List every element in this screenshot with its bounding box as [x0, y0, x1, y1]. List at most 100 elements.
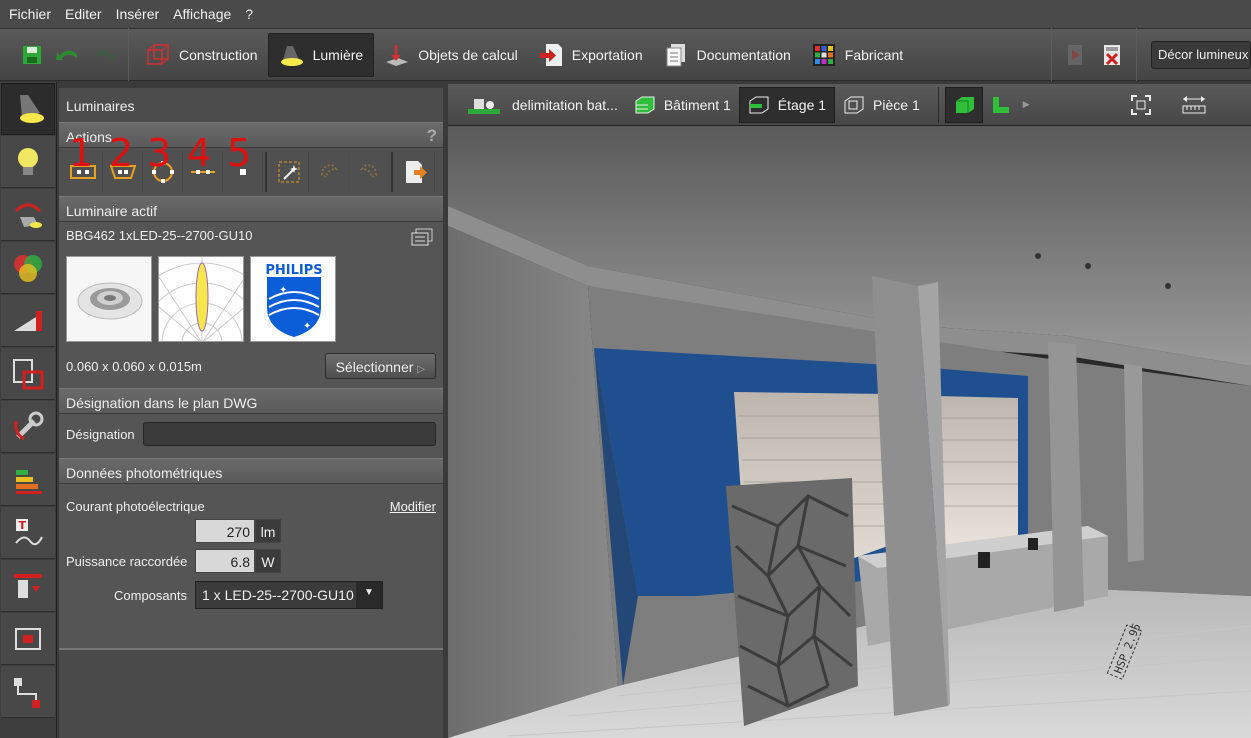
modify-link[interactable]: Modifier: [390, 499, 436, 514]
tab-batiment-label: Bâtiment 1: [663, 96, 731, 113]
3d-viewport[interactable]: delimitation bat... Bâtiment 1 Étage 1 P…: [448, 84, 1251, 738]
tools-button[interactable]: [1, 401, 55, 453]
flux-input[interactable]: 270: [195, 519, 255, 543]
components-value: 1 x LED-25--2700-GU10: [202, 587, 354, 603]
arrangement-icon: [13, 358, 44, 389]
toolbar-separator: [1051, 28, 1052, 81]
photometric-section-label: Données photométriques: [66, 465, 223, 481]
section-button[interactable]: [1, 560, 55, 612]
play-document-icon: [1068, 44, 1082, 65]
select-luminaire-button[interactable]: Sélectionner ▷: [324, 353, 436, 379]
rotate-dashed-icon: [359, 163, 377, 179]
view-plan-button[interactable]: [983, 87, 1019, 123]
energy-label-icon: [16, 469, 42, 494]
text-curve-button[interactable]: T: [1, 507, 55, 559]
svg-text:T: T: [19, 519, 27, 532]
photometric-diagram[interactable]: [158, 256, 244, 342]
chevron-down-icon: ▼: [356, 582, 382, 608]
save-icon: [23, 45, 41, 64]
save-button[interactable]: [14, 33, 50, 77]
zoom-extents-icon: [1131, 94, 1151, 115]
l-shape-icon: [992, 96, 1009, 113]
luminaires-tool-button[interactable]: [1, 83, 55, 135]
rotate-right-button[interactable]: [349, 152, 389, 192]
rotate-left-button[interactable]: [309, 152, 349, 192]
annotation-number-4: 4: [187, 131, 212, 175]
menu-affichage[interactable]: Affichage: [166, 6, 238, 22]
actions-separator: [265, 152, 267, 192]
flux-label: Courant photoélectrique: [66, 498, 205, 514]
tab-documentation[interactable]: Documentation: [653, 33, 801, 77]
luminaire-photo[interactable]: [66, 256, 152, 342]
rotate-luminaire-button[interactable]: [1, 189, 55, 241]
help-icon[interactable]: ?: [427, 126, 437, 146]
zoom-extents-button[interactable]: [1121, 87, 1161, 123]
tab-construction[interactable]: Construction: [135, 33, 268, 77]
luminaire-name-row: BBG462 1xLED-25--2700-GU10: [59, 222, 443, 254]
menu-inserer[interactable]: Insérer: [109, 6, 167, 22]
manufacturer-grid-icon: [811, 42, 837, 68]
tab-objets-calcul[interactable]: Objets de calcul: [374, 33, 528, 77]
annotation-number-3: 3: [147, 131, 172, 175]
annotation-number-2: 2: [109, 131, 134, 175]
designation-label: Désignation: [66, 426, 135, 442]
luminaires-panel: Luminaires Actions ? 1 2 3 4 5 Luminaire…: [59, 88, 443, 738]
tab-batiment[interactable]: Bâtiment 1: [626, 87, 739, 123]
room-icon: [843, 95, 865, 115]
tab-delimitation[interactable]: delimitation bat...: [460, 87, 626, 123]
3d-render-scene[interactable]: HSP 2.95: [448, 126, 1251, 738]
decor-dropdown[interactable]: Décor lumineux: [1151, 40, 1251, 69]
tab-piece-label: Pièce 1: [873, 96, 920, 113]
tab-fabricant[interactable]: Fabricant: [801, 33, 913, 77]
power-input[interactable]: 6.8: [195, 549, 255, 573]
redo-icon: [95, 49, 116, 60]
green-cube-icon: [955, 96, 974, 113]
tab-exportation[interactable]: Exportation: [528, 33, 653, 77]
properties-icon[interactable]: [411, 228, 433, 249]
components-label: Composants: [114, 587, 187, 603]
frame-target-icon: [15, 627, 41, 650]
annotation-number-1: 1: [69, 131, 94, 175]
magic-select-button[interactable]: [269, 152, 309, 192]
menu-help[interactable]: ?: [238, 6, 260, 22]
measure-button[interactable]: [1173, 87, 1215, 123]
section-icon: [14, 573, 42, 598]
arrangement-button[interactable]: [1, 348, 55, 400]
delete-calc-button[interactable]: [1094, 33, 1130, 77]
magic-wand-icon: [278, 161, 299, 183]
render-button[interactable]: [1058, 33, 1094, 77]
undo-button[interactable]: [50, 33, 86, 77]
energy-button[interactable]: [1, 454, 55, 506]
redo-button[interactable]: [86, 33, 122, 77]
manufacturer-logo[interactable]: PHILIPS ✦ ✦: [250, 256, 336, 342]
light-scene-button[interactable]: [1, 295, 55, 347]
dwg-section-label: Désignation dans le plan DWG: [66, 395, 258, 411]
chevron-right-icon[interactable]: ▶: [1023, 99, 1030, 110]
luminaire-dimensions: 0.060 x 0.060 x 0.015m: [66, 358, 202, 374]
annotation-number-5: 5: [227, 131, 252, 175]
export-luminaire-button[interactable]: [395, 152, 435, 192]
color-tool-button[interactable]: [1, 242, 55, 294]
components-row: Composants 1 x LED-25--2700-GU10 ▼: [59, 580, 443, 610]
frame-button[interactable]: [1, 613, 55, 665]
toolbar-separator: [1136, 28, 1137, 81]
wrench-icon: [14, 411, 44, 440]
menu-fichier[interactable]: Fichier: [2, 6, 58, 22]
power-label: Puissance raccordée: [66, 553, 188, 569]
terrain-icon: [468, 95, 500, 115]
flux-unit: lm: [255, 519, 281, 543]
bulb-tool-button[interactable]: [1, 136, 55, 188]
components-dropdown[interactable]: 1 x LED-25--2700-GU10 ▼: [195, 581, 383, 609]
tab-lumiere[interactable]: Lumière: [267, 32, 375, 77]
path-button[interactable]: [1, 666, 55, 718]
menu-bar: Fichier Editer Insérer Affichage ?: [0, 0, 1251, 28]
designation-input[interactable]: [142, 422, 436, 446]
tab-etage[interactable]: Étage 1: [738, 86, 836, 123]
view-tabs: delimitation bat... Bâtiment 1 Étage 1 P…: [448, 84, 1251, 126]
tab-piece[interactable]: Pièce 1: [835, 87, 928, 123]
decorative-screen: [726, 478, 858, 726]
menu-editer[interactable]: Editer: [58, 6, 109, 22]
text-curve-icon: T: [15, 518, 43, 545]
toolbar-separator: [128, 28, 129, 81]
view-3d-button[interactable]: [944, 86, 983, 123]
